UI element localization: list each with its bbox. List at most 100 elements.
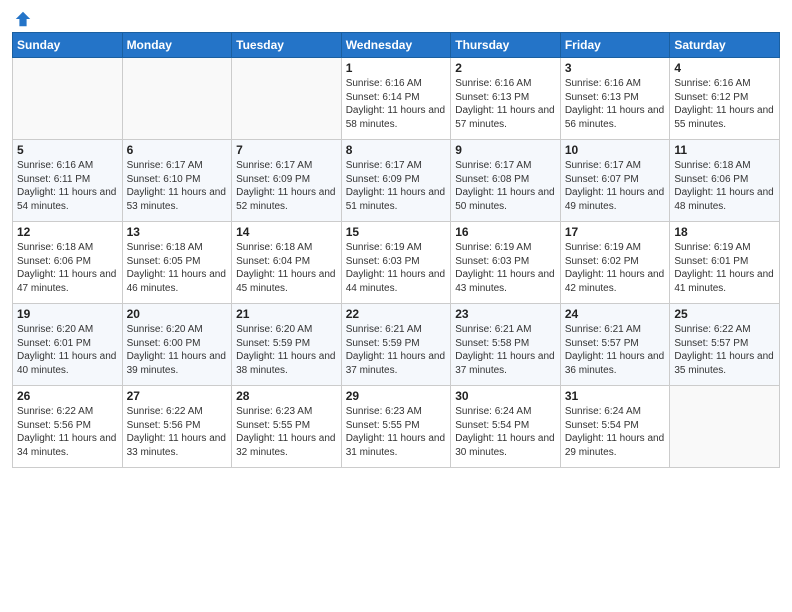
day-number: 31	[565, 389, 666, 403]
day-info: Sunrise: 6:19 AM Sunset: 6:03 PM Dayligh…	[455, 241, 556, 295]
day-header-wednesday: Wednesday	[341, 33, 451, 58]
day-number: 14	[236, 225, 337, 239]
day-number: 17	[565, 225, 666, 239]
day-info: Sunrise: 6:22 AM Sunset: 5:57 PM Dayligh…	[674, 323, 775, 377]
day-info: Sunrise: 6:16 AM Sunset: 6:14 PM Dayligh…	[346, 77, 447, 131]
day-number: 9	[455, 143, 556, 157]
day-header-friday: Friday	[560, 33, 670, 58]
day-info: Sunrise: 6:17 AM Sunset: 6:10 PM Dayligh…	[127, 159, 228, 213]
calendar-cell: 19 Sunrise: 6:20 AM Sunset: 6:01 PM Dayli…	[13, 304, 123, 386]
day-number: 29	[346, 389, 447, 403]
day-info: Sunrise: 6:17 AM Sunset: 6:08 PM Dayligh…	[455, 159, 556, 213]
calendar-cell: 20 Sunrise: 6:20 AM Sunset: 6:00 PM Dayli…	[122, 304, 232, 386]
calendar-cell: 6 Sunrise: 6:17 AM Sunset: 6:10 PM Daylig…	[122, 140, 232, 222]
day-number: 20	[127, 307, 228, 321]
calendar-table: SundayMondayTuesdayWednesdayThursdayFrid…	[12, 32, 780, 468]
day-number: 23	[455, 307, 556, 321]
day-info: Sunrise: 6:20 AM Sunset: 6:00 PM Dayligh…	[127, 323, 228, 377]
calendar-header-row: SundayMondayTuesdayWednesdayThursdayFrid…	[13, 33, 780, 58]
day-number: 25	[674, 307, 775, 321]
day-number: 22	[346, 307, 447, 321]
day-header-sunday: Sunday	[13, 33, 123, 58]
day-header-monday: Monday	[122, 33, 232, 58]
calendar-cell: 3 Sunrise: 6:16 AM Sunset: 6:13 PM Daylig…	[560, 58, 670, 140]
day-info: Sunrise: 6:16 AM Sunset: 6:13 PM Dayligh…	[455, 77, 556, 131]
page-container: SundayMondayTuesdayWednesdayThursdayFrid…	[0, 0, 792, 476]
day-number: 11	[674, 143, 775, 157]
day-number: 4	[674, 61, 775, 75]
calendar-week-row: 5Sunrise: 6:16 AM Sunset: 6:11 PM Daylig…	[13, 140, 780, 222]
day-number: 13	[127, 225, 228, 239]
calendar-cell: 4Sunrise: 6:16 AM Sunset: 6:12 PM Daylig…	[670, 58, 780, 140]
calendar-week-row: 26 Sunrise: 6:22 AM Sunset: 5:56 PM Dayli…	[13, 386, 780, 468]
day-info: Sunrise: 6:22 AM Sunset: 5:56 PM Dayligh…	[17, 405, 118, 459]
calendar-cell: 23 Sunrise: 6:21 AM Sunset: 5:58 PM Dayli…	[451, 304, 561, 386]
day-number: 6	[127, 143, 228, 157]
calendar-cell	[232, 58, 342, 140]
day-number: 27	[127, 389, 228, 403]
day-number: 19	[17, 307, 118, 321]
day-number: 24	[565, 307, 666, 321]
calendar-week-row: 19 Sunrise: 6:20 AM Sunset: 6:01 PM Dayli…	[13, 304, 780, 386]
calendar-cell: 15 Sunrise: 6:19 AM Sunset: 6:03 PM Dayli…	[341, 222, 451, 304]
calendar-cell: 29 Sunrise: 6:23 AM Sunset: 5:55 PM Dayli…	[341, 386, 451, 468]
day-info: Sunrise: 6:19 AM Sunset: 6:03 PM Dayligh…	[346, 241, 447, 295]
day-number: 8	[346, 143, 447, 157]
calendar-cell: 22 Sunrise: 6:21 AM Sunset: 5:59 PM Dayli…	[341, 304, 451, 386]
day-info: Sunrise: 6:17 AM Sunset: 6:07 PM Dayligh…	[565, 159, 666, 213]
day-number: 2	[455, 61, 556, 75]
calendar-cell	[13, 58, 123, 140]
calendar-cell: 16Sunrise: 6:19 AM Sunset: 6:03 PM Dayli…	[451, 222, 561, 304]
calendar-cell: 31Sunrise: 6:24 AM Sunset: 5:54 PM Dayli…	[560, 386, 670, 468]
day-number: 28	[236, 389, 337, 403]
calendar-cell	[670, 386, 780, 468]
calendar-cell: 12 Sunrise: 6:18 AM Sunset: 6:06 PM Dayli…	[13, 222, 123, 304]
day-info: Sunrise: 6:17 AM Sunset: 6:09 PM Dayligh…	[236, 159, 337, 213]
calendar-cell: 27 Sunrise: 6:22 AM Sunset: 5:56 PM Dayli…	[122, 386, 232, 468]
day-info: Sunrise: 6:23 AM Sunset: 5:55 PM Dayligh…	[236, 405, 337, 459]
page-header	[12, 10, 780, 24]
logo	[12, 10, 32, 24]
day-number: 21	[236, 307, 337, 321]
day-info: Sunrise: 6:20 AM Sunset: 5:59 PM Dayligh…	[236, 323, 337, 377]
day-number: 1	[346, 61, 447, 75]
day-info: Sunrise: 6:21 AM Sunset: 5:58 PM Dayligh…	[455, 323, 556, 377]
logo-icon	[14, 10, 32, 28]
calendar-week-row: 1 Sunrise: 6:16 AM Sunset: 6:14 PM Daylig…	[13, 58, 780, 140]
day-number: 3	[565, 61, 666, 75]
day-info: Sunrise: 6:20 AM Sunset: 6:01 PM Dayligh…	[17, 323, 118, 377]
day-info: Sunrise: 6:17 AM Sunset: 6:09 PM Dayligh…	[346, 159, 447, 213]
day-info: Sunrise: 6:19 AM Sunset: 6:01 PM Dayligh…	[674, 241, 775, 295]
day-info: Sunrise: 6:18 AM Sunset: 6:06 PM Dayligh…	[17, 241, 118, 295]
day-number: 12	[17, 225, 118, 239]
day-number: 30	[455, 389, 556, 403]
day-header-saturday: Saturday	[670, 33, 780, 58]
day-info: Sunrise: 6:23 AM Sunset: 5:55 PM Dayligh…	[346, 405, 447, 459]
day-number: 26	[17, 389, 118, 403]
calendar-cell: 14 Sunrise: 6:18 AM Sunset: 6:04 PM Dayli…	[232, 222, 342, 304]
day-info: Sunrise: 6:18 AM Sunset: 6:04 PM Dayligh…	[236, 241, 337, 295]
day-number: 15	[346, 225, 447, 239]
calendar-cell: 5Sunrise: 6:16 AM Sunset: 6:11 PM Daylig…	[13, 140, 123, 222]
day-header-tuesday: Tuesday	[232, 33, 342, 58]
calendar-cell: 21 Sunrise: 6:20 AM Sunset: 5:59 PM Dayli…	[232, 304, 342, 386]
day-info: Sunrise: 6:16 AM Sunset: 6:13 PM Dayligh…	[565, 77, 666, 131]
day-number: 7	[236, 143, 337, 157]
calendar-cell: 18Sunrise: 6:19 AM Sunset: 6:01 PM Dayli…	[670, 222, 780, 304]
day-info: Sunrise: 6:21 AM Sunset: 5:57 PM Dayligh…	[565, 323, 666, 377]
calendar-week-row: 12 Sunrise: 6:18 AM Sunset: 6:06 PM Dayli…	[13, 222, 780, 304]
calendar-cell: 28 Sunrise: 6:23 AM Sunset: 5:55 PM Dayli…	[232, 386, 342, 468]
logo-text	[12, 10, 32, 28]
calendar-cell: 7 Sunrise: 6:17 AM Sunset: 6:09 PM Daylig…	[232, 140, 342, 222]
calendar-cell: 2 Sunrise: 6:16 AM Sunset: 6:13 PM Daylig…	[451, 58, 561, 140]
day-info: Sunrise: 6:22 AM Sunset: 5:56 PM Dayligh…	[127, 405, 228, 459]
day-info: Sunrise: 6:21 AM Sunset: 5:59 PM Dayligh…	[346, 323, 447, 377]
calendar-cell	[122, 58, 232, 140]
calendar-cell: 30Sunrise: 6:24 AM Sunset: 5:54 PM Dayli…	[451, 386, 561, 468]
calendar-cell: 9 Sunrise: 6:17 AM Sunset: 6:08 PM Daylig…	[451, 140, 561, 222]
day-info: Sunrise: 6:19 AM Sunset: 6:02 PM Dayligh…	[565, 241, 666, 295]
calendar-cell: 10Sunrise: 6:17 AM Sunset: 6:07 PM Dayli…	[560, 140, 670, 222]
day-info: Sunrise: 6:18 AM Sunset: 6:06 PM Dayligh…	[674, 159, 775, 213]
calendar-cell: 17 Sunrise: 6:19 AM Sunset: 6:02 PM Dayli…	[560, 222, 670, 304]
calendar-cell: 24 Sunrise: 6:21 AM Sunset: 5:57 PM Dayli…	[560, 304, 670, 386]
